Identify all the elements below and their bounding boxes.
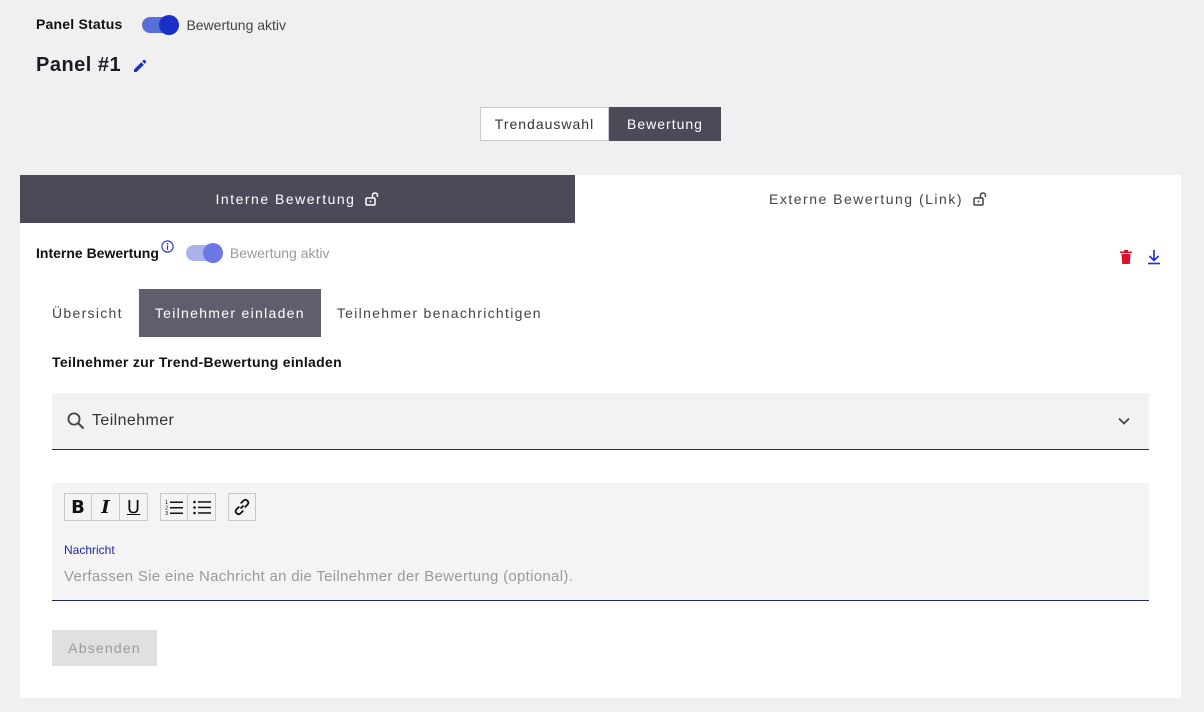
invite-section-title: Teilnehmer zur Trend-Bewertung einladen (52, 354, 342, 370)
unlock-icon (973, 192, 987, 206)
internal-evaluation-label: Interne Bewertung (36, 245, 159, 261)
delete-trash-icon[interactable] (1119, 249, 1133, 265)
panel-status-row: Panel Status Bewertung aktiv (36, 14, 287, 35)
toggle-knob (202, 243, 223, 263)
italic-button[interactable]: I (92, 493, 120, 521)
unlock-icon (365, 192, 379, 206)
internal-evaluation-row: Interne Bewertung Bewertung aktiv (36, 239, 330, 263)
link-group (228, 493, 256, 521)
tab-externe-bewertung[interactable]: Externe Bewertung (Link) (575, 175, 1181, 223)
ordered-list-button[interactable]: 1 2 3 (160, 493, 188, 521)
link-button[interactable] (228, 493, 256, 521)
tab-interne-bewertung[interactable]: Interne Bewertung (20, 175, 575, 223)
chevron-down-icon (1118, 417, 1130, 425)
ordered-list-icon: 1 2 3 (165, 500, 183, 517)
participant-search-select[interactable]: Teilnehmer (52, 393, 1149, 450)
internal-evaluation-toggle[interactable] (185, 243, 223, 263)
toggle-knob (159, 14, 180, 35)
sub-tabs: Übersicht Teilnehmer einladen Teilnehmer… (52, 289, 558, 337)
mode-switch: Trendauswahl Bewertung (480, 107, 721, 141)
message-editor: B I U 1 2 3 Nachricht Verfassen Sie eine… (52, 483, 1149, 601)
subtab-teilnehmer-benachrichtigen[interactable]: Teilnehmer benachrichtigen (321, 289, 558, 337)
subtab-uebersicht[interactable]: Übersicht (52, 289, 139, 337)
format-group: B I U (64, 493, 148, 521)
download-icon[interactable] (1147, 249, 1161, 265)
svg-text:3: 3 (165, 511, 168, 517)
evaluation-actions (1119, 249, 1161, 265)
panel-status-toggle[interactable] (142, 14, 180, 35)
message-textarea[interactable]: Verfassen Sie eine Nachricht an die Teil… (64, 568, 573, 585)
underline-button[interactable]: U (120, 493, 148, 521)
evaluation-tabs: Interne Bewertung Externe Bewertung (Lin… (20, 175, 1181, 223)
mode-bewertung-button[interactable]: Bewertung (609, 107, 721, 141)
panel-status-toggle-label: Bewertung aktiv (186, 17, 287, 33)
search-icon (67, 412, 85, 430)
submit-button[interactable]: Absenden (52, 630, 157, 666)
mode-trendauswahl-button[interactable]: Trendauswahl (480, 107, 609, 141)
bold-button[interactable]: B (64, 493, 92, 521)
subtab-teilnehmer-einladen[interactable]: Teilnehmer einladen (138, 289, 321, 337)
message-field-label: Nachricht (64, 543, 115, 557)
bullet-list-button[interactable] (188, 493, 216, 521)
panel-status-label: Panel Status (36, 15, 123, 32)
panel-title: Panel #1 (36, 54, 122, 76)
bullet-list-icon (192, 500, 211, 515)
internal-evaluation-toggle-label: Bewertung aktiv (229, 245, 330, 261)
evaluation-card: Interne Bewertung Externe Bewertung (Lin… (20, 175, 1181, 698)
list-group: 1 2 3 (160, 493, 216, 521)
tab-label: Interne Bewertung (215, 191, 356, 207)
tab-label: Externe Bewertung (Link) (769, 191, 963, 207)
editor-toolbar: B I U 1 2 3 (64, 493, 268, 521)
panel-title-row: Panel #1 (36, 54, 147, 77)
participant-search-label: Teilnehmer (92, 412, 175, 429)
edit-pencil-icon[interactable] (133, 59, 147, 73)
info-icon[interactable] (161, 239, 174, 253)
link-icon (234, 498, 250, 516)
